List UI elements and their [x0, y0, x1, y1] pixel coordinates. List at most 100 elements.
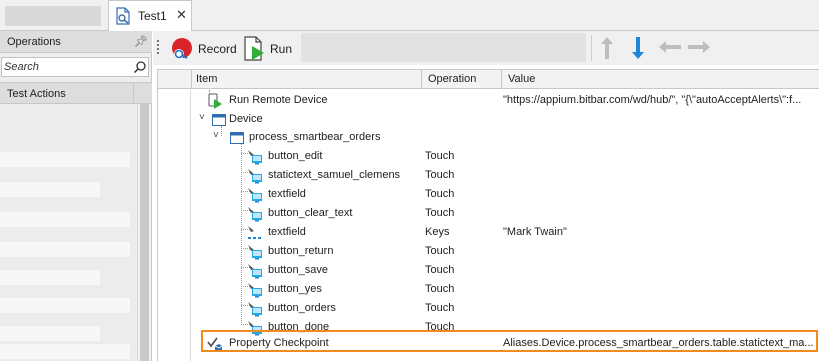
touch-icon — [248, 207, 262, 222]
touch-icon — [248, 150, 262, 165]
test-actions-title: Test Actions — [7, 88, 66, 100]
list-item[interactable] — [0, 152, 130, 167]
operation-cell[interactable]: Touch — [425, 283, 454, 295]
item-label: button_clear_text — [268, 207, 353, 219]
item-label: button_edit — [268, 150, 323, 162]
touch-icon — [248, 188, 262, 203]
row-gutter — [158, 90, 191, 361]
operations-search-input[interactable] — [4, 59, 129, 75]
run-button[interactable]: Run — [240, 34, 296, 62]
table-row[interactable]: button_edit Touch — [191, 147, 819, 166]
move-left-arrow-icon[interactable] — [657, 39, 683, 55]
list-item[interactable] — [0, 212, 130, 227]
touch-icon — [248, 264, 262, 279]
tab-title: Test1 — [138, 9, 167, 23]
operations-panel: Operations 📌︎ Test Actions — [0, 31, 152, 361]
operation-cell[interactable]: Touch — [425, 150, 454, 162]
operations-header: Operations 📌︎ — [0, 31, 152, 53]
table-row[interactable]: button_clear_text Touch — [191, 204, 819, 223]
item-label: button_yes — [268, 283, 322, 295]
touch-icon — [248, 302, 262, 317]
header-divider — [133, 83, 134, 104]
value-cell[interactable]: "Mark Twain" — [503, 226, 819, 238]
value-cell[interactable]: "https://appium.bitbar.com/wd/hub/", "{\… — [503, 94, 819, 106]
table-row[interactable]: Run Remote Device "https://appium.bitbar… — [191, 91, 819, 110]
column-divider — [191, 70, 192, 89]
table-row[interactable]: ˅ process_smartbear_orders — [191, 128, 819, 147]
item-label: textfield — [268, 226, 306, 238]
operation-cell[interactable]: Touch — [425, 245, 454, 257]
run-remote-device-icon — [208, 93, 222, 109]
record-icon — [172, 38, 192, 59]
toolbar-grip[interactable] — [157, 40, 160, 56]
operation-cell[interactable]: Touch — [425, 169, 454, 181]
item-label: statictext_samuel_clemens — [268, 169, 401, 181]
run-label: Run — [270, 42, 293, 56]
operation-cell[interactable]: Keys — [425, 226, 449, 238]
test-steps-grid: Item Operation Value Run Remote Device "… — [157, 69, 819, 361]
search-icon[interactable] — [133, 60, 147, 74]
move-down-arrow-icon[interactable] — [629, 35, 647, 61]
table-row[interactable]: button_yes Touch — [191, 280, 819, 299]
operations-title: Operations — [7, 36, 61, 48]
list-item[interactable] — [0, 344, 130, 359]
item-label: textfield — [268, 188, 306, 200]
keys-icon — [248, 226, 261, 239]
list-item[interactable] — [0, 182, 100, 197]
item-label: button_return — [268, 245, 334, 257]
pin-icon[interactable]: 📌︎ — [134, 35, 148, 48]
item-label: button_save — [268, 264, 328, 276]
operation-cell[interactable]: Touch — [425, 188, 454, 200]
record-label: Record — [198, 42, 237, 56]
column-header-item[interactable]: Item — [196, 73, 217, 85]
list-item[interactable] — [0, 242, 130, 257]
touch-icon — [248, 245, 262, 260]
toolbar-field[interactable] — [301, 33, 586, 62]
operations-list — [0, 104, 137, 361]
collapse-chevron-icon[interactable]: ˅ — [213, 130, 225, 144]
move-right-arrow-icon[interactable] — [686, 39, 712, 55]
table-row[interactable]: textfield Keys "Mark Twain" — [191, 223, 819, 242]
scrollbar-thumb[interactable] — [140, 104, 149, 361]
column-header-value[interactable]: Value — [508, 73, 535, 85]
collapse-chevron-icon[interactable]: ˅ — [199, 112, 211, 126]
list-item[interactable] — [0, 270, 100, 285]
table-row[interactable]: statictext_samuel_clemens Touch — [191, 166, 819, 185]
tab-test1[interactable]: Test1 ✕ — [108, 0, 192, 32]
touch-icon — [248, 283, 262, 298]
column-header-operation[interactable]: Operation — [428, 73, 476, 85]
operation-cell[interactable]: Touch — [425, 264, 454, 276]
operations-search-box — [1, 57, 149, 77]
record-button[interactable]: Record — [168, 34, 238, 62]
keyword-test-icon — [116, 7, 130, 25]
grid-header: Item Operation Value — [158, 70, 819, 89]
run-icon — [244, 36, 264, 61]
move-up-arrow-icon[interactable] — [598, 35, 616, 61]
column-divider[interactable] — [501, 70, 502, 89]
table-row[interactable]: textfield Touch — [191, 185, 819, 204]
selected-row-highlight — [201, 330, 818, 352]
test-toolbar: Record Run — [153, 31, 819, 65]
table-row[interactable]: ˅ Device — [191, 110, 819, 129]
item-label: process_smartbear_orders — [249, 131, 381, 143]
operations-scrollbar[interactable] — [137, 104, 151, 361]
table-row[interactable]: button_save Touch — [191, 261, 819, 280]
touch-icon — [248, 169, 262, 184]
item-label: Run Remote Device — [229, 94, 328, 106]
window-icon — [212, 114, 226, 126]
document-tab-bar: Test1 ✕ — [0, 0, 819, 32]
inactive-tab-placeholder[interactable] — [5, 6, 101, 26]
item-label: Device — [229, 113, 263, 125]
close-tab-icon[interactable]: ✕ — [176, 7, 187, 23]
operation-cell[interactable]: Touch — [425, 302, 454, 314]
item-label: button_orders — [268, 302, 336, 314]
process-window-icon — [230, 132, 244, 144]
table-row[interactable]: button_return Touch — [191, 242, 819, 261]
column-divider[interactable] — [421, 70, 422, 89]
operation-cell[interactable]: Touch — [425, 207, 454, 219]
list-item[interactable] — [0, 298, 130, 313]
test-actions-header[interactable]: Test Actions — [0, 82, 152, 104]
list-item[interactable] — [0, 326, 100, 341]
table-row[interactable]: button_orders Touch — [191, 299, 819, 318]
toolbar-separator — [591, 35, 592, 61]
